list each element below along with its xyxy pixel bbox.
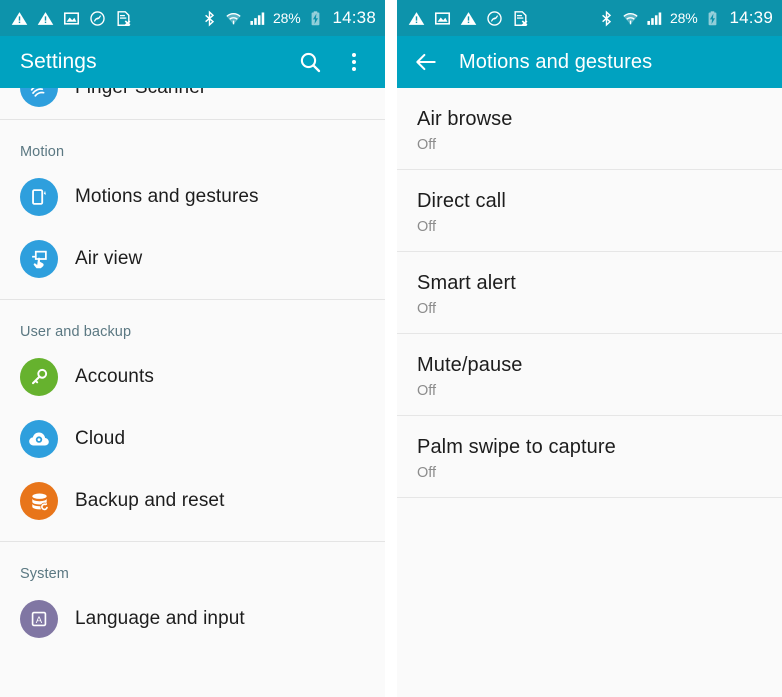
page-title: Motions and gestures [459, 50, 653, 73]
picture-icon [63, 11, 80, 25]
list-item-label: Accounts [75, 366, 154, 387]
more-options-button[interactable] [339, 47, 369, 77]
picture-icon [434, 11, 451, 25]
list-item-direct-call[interactable]: Direct call Off [397, 170, 782, 251]
list-item-label: Language and input [75, 608, 245, 629]
document-x-icon [117, 10, 131, 26]
database-restore-icon [20, 482, 58, 520]
air-view-hand-icon [20, 240, 58, 278]
list-item-cloud[interactable]: Cloud [0, 408, 385, 470]
signal-bars-icon [250, 11, 265, 25]
fingerprint-icon [20, 88, 58, 107]
search-button[interactable] [295, 47, 325, 77]
back-button[interactable] [411, 47, 441, 77]
list-item-label: Cloud [75, 428, 126, 449]
clock-label: 14:39 [729, 8, 773, 27]
list-item-language-and-input[interactable]: A Language and input [0, 588, 385, 650]
warning-triangle-icon [37, 11, 54, 25]
status-bar-system-icons: 28% 14:38 [201, 8, 376, 28]
list-item-smart-alert[interactable]: Smart alert Off [397, 252, 782, 333]
status-bar-left: 28% 14:38 [0, 0, 385, 36]
back-arrow-icon [416, 53, 436, 71]
list-item-title: Air browse [417, 108, 513, 130]
shazam-spiral-icon [90, 10, 105, 26]
right-phone-screen: 28% 14:39 Motions and gestures Air brows… [397, 0, 782, 697]
left-phone-screen: 28% 14:38 Settings Motion Motions and ge… [0, 0, 385, 697]
warning-triangle-icon [460, 11, 477, 25]
app-bar-actions [295, 47, 369, 77]
page-title: Settings [20, 50, 97, 73]
cloud-sync-icon [20, 420, 58, 458]
document-x-icon [514, 10, 528, 26]
list-item-title: Smart alert [417, 272, 516, 294]
list-item-motions-and-gestures[interactable]: Motions and gestures [0, 166, 385, 228]
list-item-value: Off [417, 465, 437, 481]
status-bar-notification-icons [11, 10, 132, 27]
status-bar-notification-icons [408, 10, 529, 27]
shazam-spiral-icon [487, 10, 502, 26]
svg-text:A: A [36, 615, 43, 626]
battery-percent-label: 28% [670, 10, 698, 26]
list-item-label: Air view [75, 248, 143, 269]
section-header-user-and-backup: User and backup [20, 324, 132, 340]
list-item-title: Direct call [417, 190, 506, 212]
key-icon [20, 358, 58, 396]
section-header-system: System [20, 566, 69, 582]
list-item-value: Off [417, 301, 437, 317]
app-bar-left: Settings [0, 36, 385, 88]
warning-triangle-icon [11, 11, 28, 25]
letter-a-icon: A [20, 600, 58, 638]
status-bar-system-icons: 28% 14:39 [598, 8, 773, 28]
clock-label: 14:38 [332, 8, 376, 27]
panel-separator [385, 0, 397, 697]
motions-list[interactable]: Air browse Off Direct call Off Smart ale… [397, 88, 782, 697]
section-header-motion: Motion [20, 144, 65, 160]
search-icon [300, 52, 321, 73]
signal-bars-icon [647, 11, 662, 25]
wifi-icon [623, 12, 638, 25]
list-item-label: Finger Scanner [75, 88, 206, 99]
list-item-value: Off [417, 137, 437, 153]
wifi-icon [226, 12, 241, 25]
bluetooth-icon [205, 10, 215, 26]
list-item-air-view[interactable]: Air view [0, 228, 385, 290]
battery-charging-icon [709, 10, 717, 25]
status-bar-right: 28% 14:39 [397, 0, 782, 36]
battery-percent-label: 28% [273, 10, 301, 26]
warning-triangle-icon [408, 11, 425, 25]
list-item-backup-and-reset[interactable]: Backup and reset [0, 470, 385, 532]
list-item-title: Palm swipe to capture [417, 436, 616, 458]
motion-gesture-icon [20, 178, 58, 216]
list-item-value: Off [417, 383, 437, 399]
list-item-value: Off [417, 219, 437, 235]
list-item-title: Mute/pause [417, 354, 523, 376]
list-item-accounts[interactable]: Accounts [0, 346, 385, 408]
list-item-palm-swipe-to-capture[interactable]: Palm swipe to capture Off [397, 416, 782, 497]
settings-list[interactable]: Finger Scanner Motion Motions and gestur… [0, 88, 385, 697]
list-item-air-browse[interactable]: Air browse Off [397, 88, 782, 169]
list-item-finger-scanner[interactable]: Finger Scanner [0, 88, 385, 110]
list-item-mute-pause[interactable]: Mute/pause Off [397, 334, 782, 415]
more-options-icon [352, 53, 356, 71]
list-divider [397, 497, 782, 498]
app-bar-right: Motions and gestures [397, 36, 782, 88]
bluetooth-icon [602, 10, 612, 26]
list-item-label: Motions and gestures [75, 186, 259, 207]
dual-screenshot: 28% 14:38 Settings Motion Motions and ge… [0, 0, 782, 697]
battery-charging-icon [312, 10, 320, 25]
list-item-label: Backup and reset [75, 490, 225, 511]
